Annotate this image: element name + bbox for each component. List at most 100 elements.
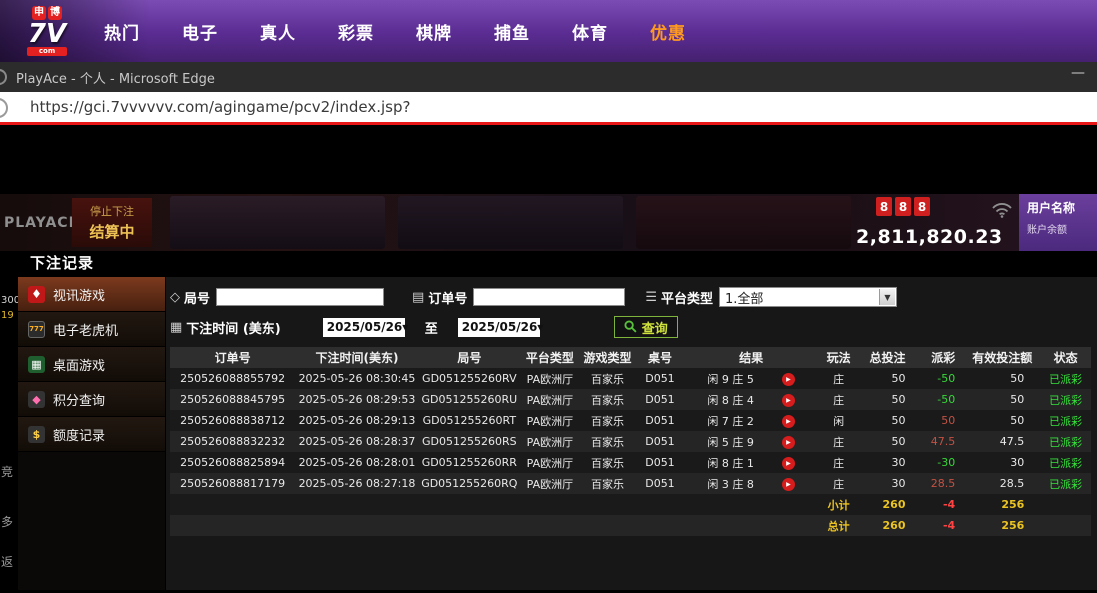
die-icon: 8 [914, 197, 930, 216]
nav-item-fishing[interactable]: 捕鱼 [494, 19, 530, 44]
wifi-icon [991, 201, 1013, 222]
cell-empty [1040, 494, 1091, 515]
account-balance-value: 2,811,820.23 [856, 226, 1003, 248]
cell-round: GD051255260RS [419, 431, 520, 452]
account-name-label: 用户名称 [1027, 199, 1097, 216]
round-number-icon: ◇ [170, 290, 180, 305]
nav-item-live[interactable]: 真人 [260, 19, 296, 44]
cell-empty [170, 515, 817, 536]
table-row: 2505260888557922025-05-26 08:30:45GD0512… [170, 368, 1091, 389]
minimize-button[interactable]: — [1071, 65, 1085, 81]
cell-bet: 50 [860, 389, 922, 410]
playace-brand-text: PLAYACE [4, 215, 79, 231]
platform-type-icon: ☰ [645, 290, 657, 305]
date-from-select[interactable]: 2025/05/26 ▼ [323, 318, 405, 337]
nav-item-hot[interactable]: 热门 [104, 19, 140, 44]
sidebar-item-points-query[interactable]: ◆ 积分查询 [18, 382, 165, 417]
sidebar-item-credit-records[interactable]: $ 额度记录 [18, 417, 165, 452]
replay-icon[interactable]: ▶ [782, 457, 795, 470]
chevron-down-icon: ▼ [879, 289, 895, 305]
sidebar-item-label: 视讯游戏 [53, 285, 105, 304]
window-title: PlayAce - 个人 - Microsoft Edge [16, 68, 215, 87]
date-to-select[interactable]: 2025/05/26 ▼ [458, 318, 540, 337]
cell-platform: PA欧洲厅 [520, 431, 580, 452]
calendar-icon: ▦ [170, 320, 182, 335]
cell-result: 闲 5 庄 9 ▶ [685, 431, 818, 452]
table-row: 2505260888322322025-05-26 08:28:37GD0512… [170, 431, 1091, 452]
page-title: 下注记录 [30, 252, 94, 273]
nav-item-sports[interactable]: 体育 [572, 19, 608, 44]
cell-game: 百家乐 [580, 473, 635, 494]
cell-table_no: D051 [635, 410, 685, 431]
nav-item-lottery[interactable]: 彩票 [338, 19, 374, 44]
edge-text: 19 [1, 310, 14, 321]
replay-icon[interactable]: ▶ [782, 436, 795, 449]
address-bar[interactable]: https://gci.7vvvvvv.com/agingame/pcv2/in… [0, 92, 1097, 125]
result-text: 闲 5 庄 9 [707, 436, 754, 449]
replay-icon[interactable]: ▶ [782, 478, 795, 491]
cell-game: 百家乐 [580, 452, 635, 473]
order-number-icon: ▤ [412, 290, 424, 305]
cell-payout: -50 [922, 368, 972, 389]
replay-icon[interactable]: ▶ [782, 373, 795, 386]
cell-valid: 47.5 [971, 431, 1040, 452]
banner-image [170, 196, 385, 249]
cell-status: 已派彩 [1040, 410, 1091, 431]
platform-type-value: 1.全部 [725, 288, 763, 307]
cell-play: 庄 [817, 473, 859, 494]
cell-round: GD051255260RV [419, 368, 520, 389]
cell-platform: PA欧洲厅 [520, 473, 580, 494]
bet-records-panel: ◇ 局号 ▤ 订单号 ☰ 平台类型 1.全部 ▼ ▦ 下注时间 (美东) 202… [166, 277, 1097, 590]
sum-valid: 256 [971, 515, 1040, 536]
cell-order: 250526088855792 [170, 368, 295, 389]
cell-bet: 30 [860, 473, 922, 494]
cell-play: 庄 [817, 452, 859, 473]
result-text: 闲 9 庄 5 [707, 373, 754, 386]
cell-play: 庄 [817, 389, 859, 410]
edge-text: 多 [1, 513, 13, 530]
sum-label: 总计 [817, 515, 859, 536]
edge-text: 返 [1, 553, 13, 570]
cell-time: 2025-05-26 08:29:13 [295, 410, 418, 431]
die-icon: 8 [895, 197, 911, 216]
nav-item-promo[interactable]: 优惠 [650, 19, 686, 44]
cell-empty [170, 494, 817, 515]
search-button[interactable]: 查询 [614, 316, 678, 338]
replay-icon[interactable]: ▶ [782, 415, 795, 428]
cell-time: 2025-05-26 08:27:18 [295, 473, 418, 494]
round-number-input[interactable] [216, 288, 384, 306]
column-header: 平台类型 [520, 347, 580, 368]
cell-result: 闲 9 庄 5 ▶ [685, 368, 818, 389]
cell-valid: 50 [971, 368, 1040, 389]
reload-icon[interactable] [0, 98, 8, 118]
sidebar-item-slot-machines[interactable]: 777 电子老虎机 [18, 312, 165, 347]
sidebar-item-table-games[interactable]: ▦ 桌面游戏 [18, 347, 165, 382]
banner-image [398, 196, 623, 249]
nav-item-slots[interactable]: 电子 [182, 19, 218, 44]
status-stop-betting: 停止下注 [90, 203, 134, 219]
date-from-value: 2025/05/26 [327, 320, 403, 334]
cell-result: 闲 8 庄 4▶ [685, 389, 818, 410]
column-header: 状态 [1040, 347, 1091, 368]
sidebar-item-label: 电子老虎机 [53, 320, 118, 339]
status-settling: 结算中 [89, 221, 134, 242]
cell-table_no: D051 [635, 389, 685, 410]
cell-platform: PA欧洲厅 [520, 389, 580, 410]
replay-icon[interactable]: ▶ [782, 394, 795, 407]
table-row: 2505260888457952025-05-26 08:29:53GD0512… [170, 389, 1091, 410]
column-header: 有效投注额 [971, 347, 1040, 368]
column-header: 下注时间(美东) [295, 347, 418, 368]
sidebar-item-live-games[interactable]: ♦ 视讯游戏 [18, 277, 165, 312]
cell-time: 2025-05-26 08:28:37 [295, 431, 418, 452]
cell-platform: PA欧洲厅 [520, 368, 580, 389]
nav-item-cards[interactable]: 棋牌 [416, 19, 452, 44]
total-row: 总计260-4256 [170, 515, 1091, 536]
platform-type-select[interactable]: 1.全部 ▼ [719, 287, 897, 307]
cell-round: GD051255260RU [419, 389, 520, 410]
site-logo[interactable]: 申 博 7V com [16, 6, 78, 56]
main-menu: 热门 电子 真人 彩票 棋牌 捕鱼 体育 优惠 [104, 19, 686, 44]
cell-platform: PA欧洲厅 [520, 410, 580, 431]
order-number-input[interactable] [473, 288, 625, 306]
cell-play: 庄 [817, 431, 859, 452]
sidebar-item-label: 积分查询 [53, 390, 105, 409]
